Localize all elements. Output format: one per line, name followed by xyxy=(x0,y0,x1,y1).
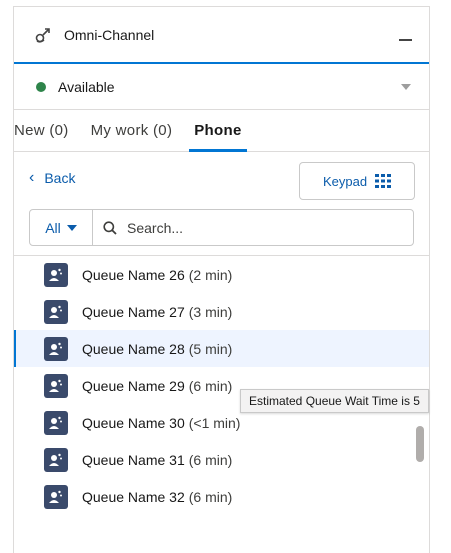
keypad-button[interactable]: Keypad xyxy=(299,162,415,200)
minimize-button[interactable] xyxy=(399,28,413,42)
queue-icon xyxy=(44,484,68,509)
omni-channel-panel: Omni-Channel Available New (0) My work (… xyxy=(13,6,430,553)
filter-label: All xyxy=(45,219,61,236)
queue-name: Queue Name 28 xyxy=(82,340,185,357)
queue-wait: (6 min) xyxy=(188,488,233,505)
tab-bar: New (0) My work (0) Phone xyxy=(14,110,429,152)
queue-icon xyxy=(44,262,68,287)
queue-row[interactable]: Queue Name 31 (6 min) xyxy=(14,441,429,478)
queue-wait: (2 min) xyxy=(188,266,233,283)
chevron-left-icon: ‹ xyxy=(29,169,35,186)
queue-wait: (5 min) xyxy=(188,340,233,357)
queue-name: Queue Name 29 xyxy=(82,377,185,394)
status-dropdown[interactable]: Available xyxy=(14,64,429,110)
back-label: Back xyxy=(44,170,76,186)
queue-wait-tooltip: Estimated Queue Wait Time is 5 xyxy=(240,389,429,413)
caret-down-icon xyxy=(66,224,77,231)
status-dot-icon xyxy=(36,81,46,92)
queue-icon xyxy=(44,447,68,472)
queue-wait: (6 min) xyxy=(188,377,233,394)
scrollbar-thumb[interactable] xyxy=(416,426,424,462)
panel-title: Omni-Channel xyxy=(64,26,155,43)
phone-toolbar: ‹ Back Keypad xyxy=(14,152,429,204)
queue-icon xyxy=(44,336,68,361)
queue-icon xyxy=(44,373,68,398)
queue-wait: (6 min) xyxy=(188,451,233,468)
search-box xyxy=(93,219,413,236)
status-label: Available xyxy=(58,78,115,95)
queue-row[interactable]: Queue Name 32 (6 min) xyxy=(14,478,429,515)
tab-phone[interactable]: Phone xyxy=(183,110,252,152)
queue-icon xyxy=(44,410,68,435)
queue-list: Queue Name 26 (2 min) Queue Name 27 (3 m… xyxy=(14,256,429,515)
queue-row-selected[interactable]: Queue Name 28 (5 min) xyxy=(14,330,429,367)
queue-wait: (<1 min) xyxy=(188,414,241,431)
keypad-label: Keypad xyxy=(322,173,368,189)
search-icon xyxy=(103,220,117,235)
queue-name: Queue Name 27 xyxy=(82,303,185,320)
queue-row[interactable]: Queue Name 27 (3 min) xyxy=(14,293,429,330)
search-input[interactable] xyxy=(127,219,387,236)
chevron-down-icon xyxy=(401,83,411,90)
queue-name: Queue Name 31 xyxy=(82,451,185,468)
queue-name: Queue Name 32 xyxy=(82,488,185,505)
filter-dropdown[interactable]: All xyxy=(30,210,93,245)
keypad-grid-icon xyxy=(375,174,392,188)
panel-header: Omni-Channel xyxy=(14,7,429,64)
minimize-icon xyxy=(399,38,412,41)
back-button[interactable]: ‹ Back xyxy=(29,169,76,187)
tab-new[interactable]: New (0) xyxy=(14,110,80,151)
tab-my-work[interactable]: My work (0) xyxy=(80,110,184,151)
queue-icon xyxy=(44,299,68,324)
search-row: All xyxy=(29,209,414,246)
omni-channel-icon xyxy=(34,26,52,44)
queue-name: Queue Name 26 xyxy=(82,266,185,283)
queue-wait: (3 min) xyxy=(188,303,233,320)
queue-row[interactable]: Queue Name 26 (2 min) xyxy=(14,256,429,293)
queue-name: Queue Name 30 xyxy=(82,414,185,431)
